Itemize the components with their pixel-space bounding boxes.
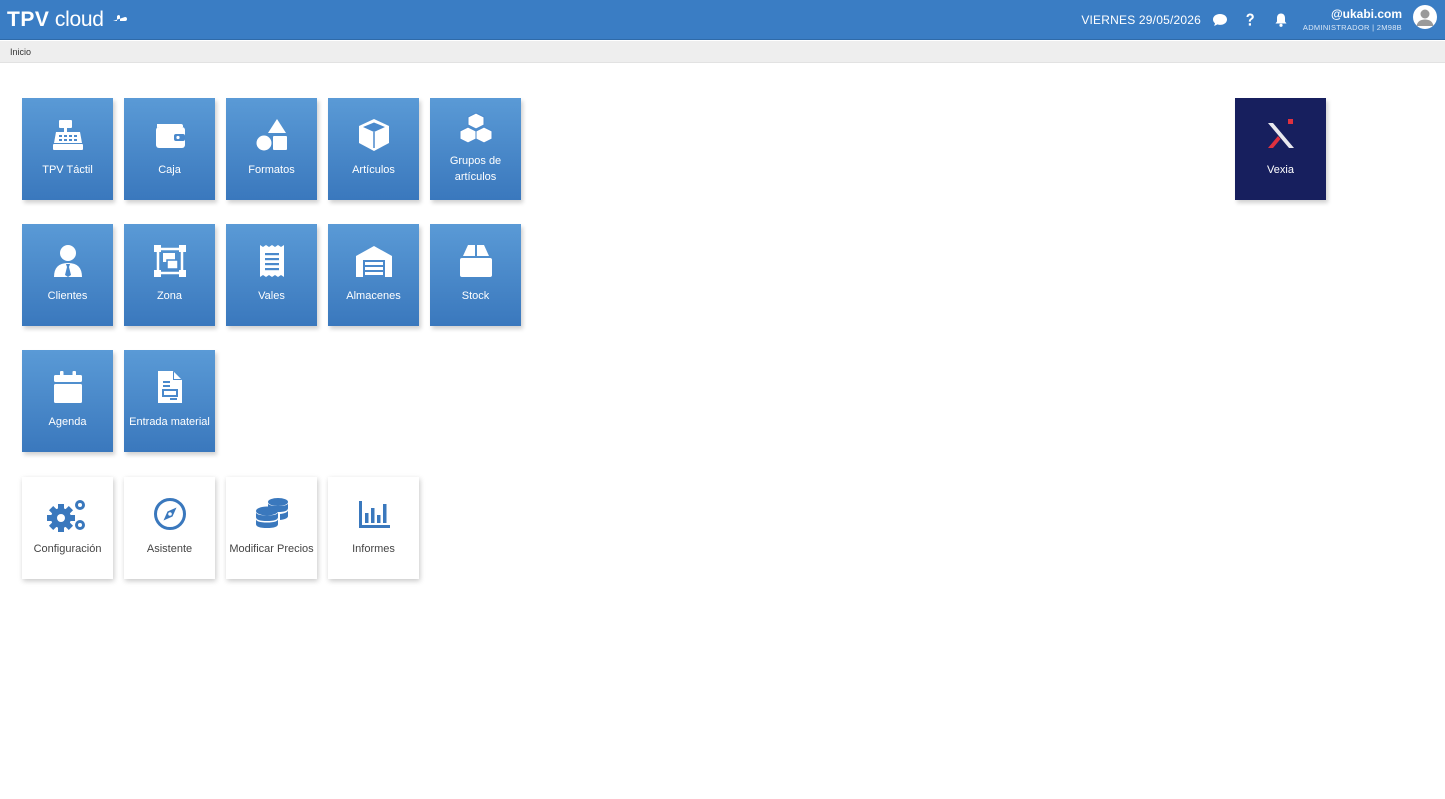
user-role: ADMINISTRADOR | 2M98B xyxy=(1302,23,1402,32)
tile-label: Grupos de artículos xyxy=(449,155,502,183)
tile-zona[interactable]: Zona xyxy=(124,224,215,326)
tile-caja[interactable]: Caja xyxy=(124,98,215,200)
user-name[interactable]: @ukabi.com xyxy=(1331,7,1402,21)
tile-asistente[interactable]: Asistente xyxy=(124,477,215,579)
bell-icon[interactable] xyxy=(1272,11,1290,29)
tile-label: Agenda xyxy=(48,416,87,428)
current-date: VIERNES 29/05/2026 xyxy=(1081,13,1201,27)
logo-tpv-text: TPV xyxy=(7,8,50,31)
tile-stock[interactable]: Stock xyxy=(430,224,521,326)
tile-grupos-articulos[interactable]: Grupos de artículos xyxy=(430,98,521,200)
calendar-icon xyxy=(53,371,82,403)
breadcrumb[interactable]: Inicio xyxy=(10,46,31,58)
tile-tpv-tactil[interactable]: TPV Táctil xyxy=(22,98,113,200)
tile-entrada-material[interactable]: Entrada material xyxy=(124,350,215,452)
top-bar: TPV cloud VIERNES 29/05/2026 @ukabi.com … xyxy=(0,0,1445,40)
tile-label: Asistente xyxy=(146,543,193,555)
tile-almacenes[interactable]: Almacenes xyxy=(328,224,419,326)
app-logo[interactable]: TPV cloud xyxy=(7,7,104,33)
tile-label: Almacenes xyxy=(346,290,401,302)
breadcrumb-bar: Inicio xyxy=(0,41,1445,63)
warehouse-icon xyxy=(355,246,392,277)
cash-register-icon xyxy=(52,120,83,150)
boxes-icon xyxy=(459,112,492,144)
tile-informes[interactable]: Informes xyxy=(328,477,419,579)
tile-label: Caja xyxy=(158,164,181,176)
tile-label: Artículos xyxy=(352,164,395,176)
vexia-logo-icon xyxy=(1267,119,1294,148)
tile-label: Vexia xyxy=(1267,164,1294,176)
tile-vales[interactable]: Vales xyxy=(226,224,317,326)
user-icon xyxy=(1416,9,1434,26)
receipt-icon xyxy=(259,245,284,277)
tile-label: Configuración xyxy=(33,543,102,555)
package-icon xyxy=(459,245,492,277)
bar-chart-icon xyxy=(358,501,390,528)
tile-articulos[interactable]: Artículos xyxy=(328,98,419,200)
tile-label: Zona xyxy=(156,290,183,302)
tile-label: Clientes xyxy=(47,290,88,302)
help-icon[interactable] xyxy=(1241,11,1259,29)
tile-configuracion[interactable]: Configuración xyxy=(22,477,113,579)
box-icon xyxy=(358,119,389,151)
tile-formatos[interactable]: Formatos xyxy=(226,98,317,200)
document-icon xyxy=(157,371,182,403)
wallet-icon xyxy=(155,124,185,148)
tile-label: TPV Táctil xyxy=(42,164,93,176)
tile-vexia[interactable]: Vexia xyxy=(1235,98,1326,200)
tile-label: Informes xyxy=(352,543,395,555)
avatar[interactable] xyxy=(1413,5,1437,29)
logo-cloud-text: cloud xyxy=(54,8,104,31)
cloud-logo-icon xyxy=(113,15,127,21)
tile-clientes[interactable]: Clientes xyxy=(22,224,113,326)
tile-label: Vales xyxy=(258,290,285,302)
gears-icon xyxy=(46,500,85,532)
tile-label: Stock xyxy=(461,290,490,302)
shapes-icon xyxy=(256,119,287,151)
chat-icon[interactable] xyxy=(1211,11,1229,29)
user-tie-icon xyxy=(53,245,82,277)
tile-label: Entrada material xyxy=(129,416,210,428)
vector-square-icon xyxy=(153,245,186,277)
compass-icon xyxy=(153,498,186,530)
coins-icon xyxy=(255,498,288,528)
tile-label: Formatos xyxy=(248,164,295,176)
tile-modificar-precios[interactable]: Modificar Precios xyxy=(226,477,317,579)
tile-agenda[interactable]: Agenda xyxy=(22,350,113,452)
tile-label: Modificar Precios xyxy=(229,543,314,555)
